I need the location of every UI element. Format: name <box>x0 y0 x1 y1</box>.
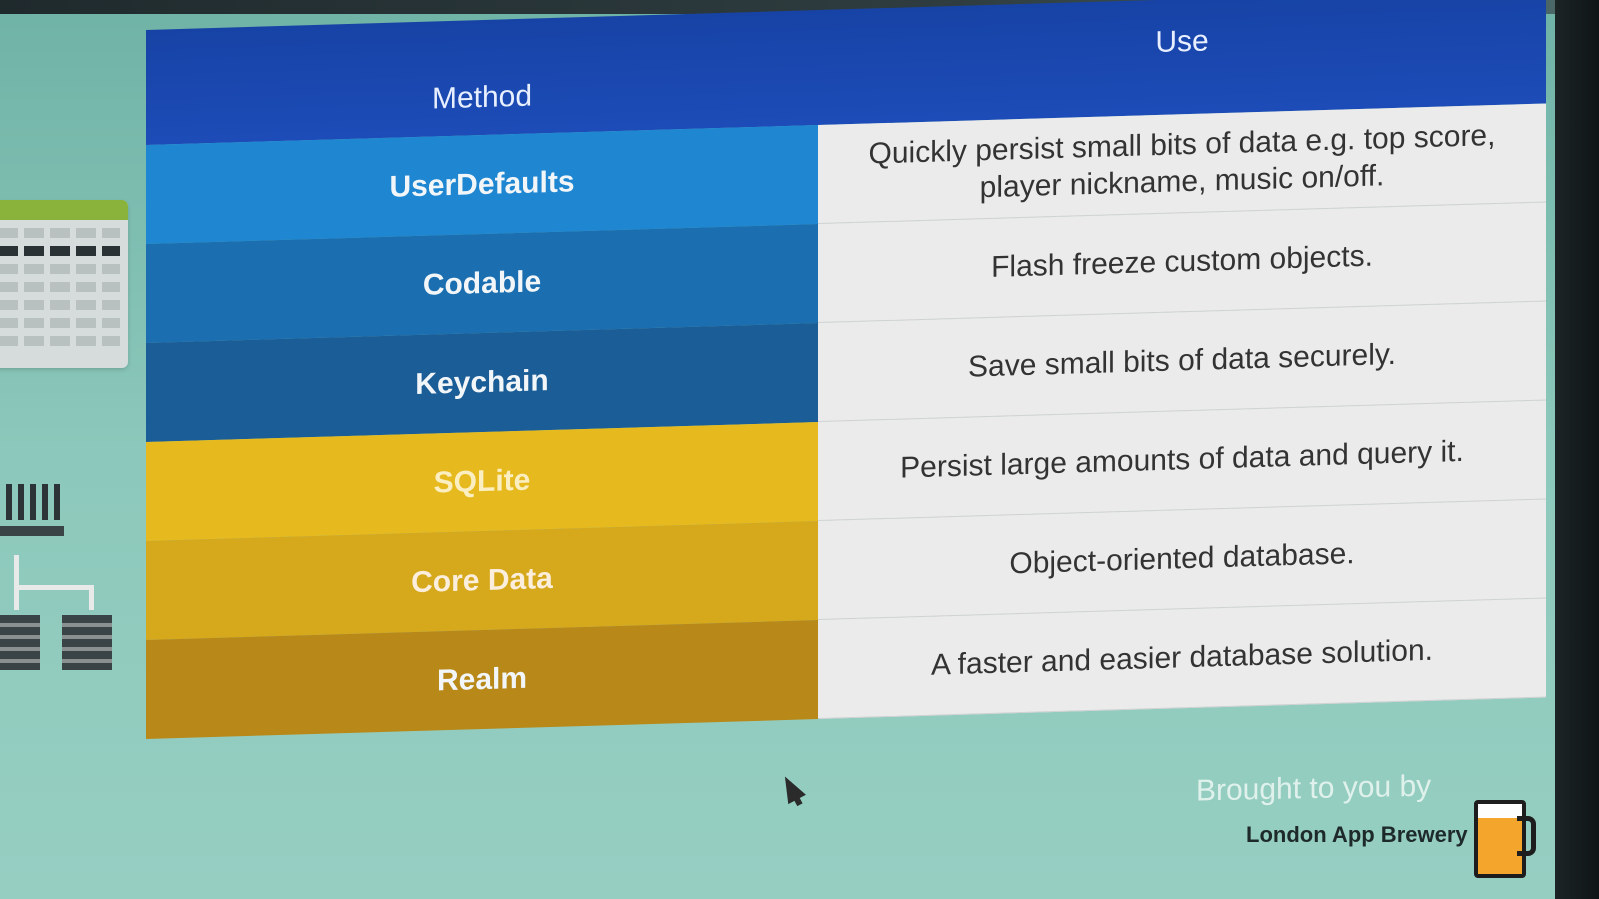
persistence-methods-table: Method Use UserDefaults Quickly persist … <box>146 0 1546 740</box>
network-tree-icon <box>0 555 120 675</box>
method-realm: Realm <box>146 620 818 739</box>
brought-to-you-by: Brought to you by <box>1196 769 1432 808</box>
brand-name: London App Brewery <box>1246 822 1468 847</box>
server-icon <box>0 480 64 550</box>
use-realm: A faster and easier database solution. <box>818 598 1546 720</box>
header-method: Method <box>146 10 818 145</box>
mouse-pointer-icon <box>776 771 806 805</box>
spreadsheet-icon <box>0 200 128 368</box>
screen-right-edge <box>1555 0 1599 899</box>
beer-mug-handle-icon <box>1517 816 1536 856</box>
